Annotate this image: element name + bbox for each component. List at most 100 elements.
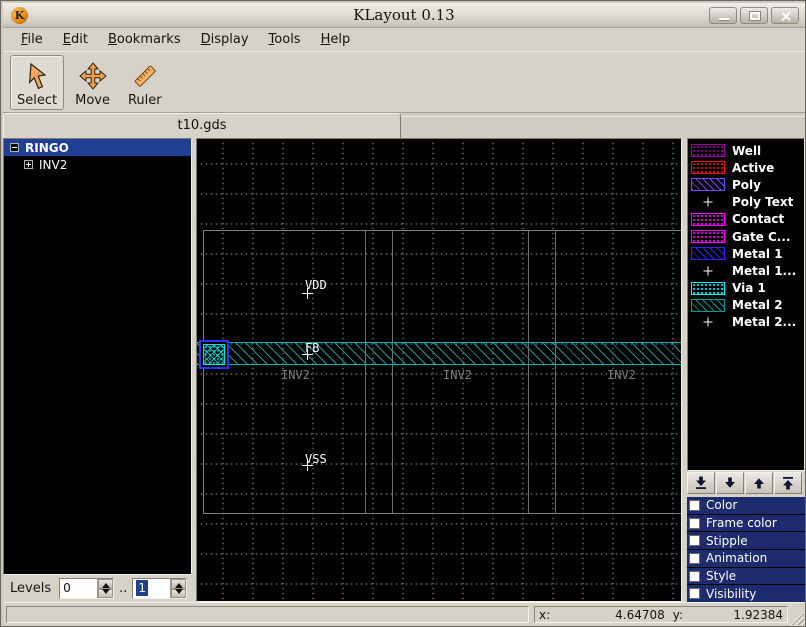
group-color[interactable]: Color (687, 497, 805, 514)
layer-swatch[interactable] (691, 212, 725, 226)
via1-pattern (203, 344, 225, 365)
layer-row-poly-text[interactable]: Poly Text (688, 194, 804, 211)
minimize-button[interactable] (709, 7, 737, 24)
layer-panel: Well Active Poly Poly Text Contact Gate … (687, 138, 805, 603)
cursor-position-box: x: 4.64708 y: 1.92384 (534, 606, 788, 623)
instance-label: INV2 (607, 368, 636, 382)
spin-down-icon[interactable] (98, 588, 114, 598)
layer-row-metal2-text[interactable]: Metal 2... (688, 314, 804, 331)
layer-row-via1[interactable]: Via 1 (688, 280, 804, 297)
x-coordinate: 4.64708 (615, 607, 665, 622)
ruler-tool-button[interactable]: Ruler (121, 55, 169, 110)
layer-swatch[interactable] (691, 144, 725, 158)
metal2-wire-shape[interactable] (197, 342, 681, 365)
cell-name: RINGO (25, 140, 69, 155)
layer-swatch[interactable] (691, 161, 725, 175)
layer-swatch[interactable] (691, 298, 725, 312)
menu-tools[interactable]: Tools (261, 30, 309, 49)
levels-label: Levels (10, 581, 52, 596)
select-tool-label: Select (17, 92, 58, 108)
arrow-up-bar-icon (783, 477, 793, 490)
move-down-button[interactable] (716, 472, 744, 494)
layer-row-metal2[interactable]: Metal 2 (688, 297, 804, 314)
layer-swatch[interactable] (691, 195, 725, 209)
layer-row-active[interactable]: Active (688, 159, 804, 176)
layer-swatch[interactable] (691, 178, 725, 192)
expand-icon[interactable] (24, 160, 33, 169)
cell-tree-panel: RINGO INV2 (3, 138, 192, 575)
layer-order-toolbar (687, 471, 805, 496)
tree-row-inv2[interactable]: INV2 (4, 156, 191, 173)
menu-bar: File Edit Bookmarks Display Tools Help (3, 28, 805, 51)
instance-boundary (555, 230, 556, 514)
layout-canvas[interactable]: VDD FB VSS INV2 INV2 INV2 (196, 138, 682, 602)
menu-edit[interactable]: Edit (55, 30, 96, 49)
swatch-square-icon (689, 552, 700, 564)
move-up-button[interactable] (745, 472, 773, 494)
spin-up-icon[interactable] (171, 579, 187, 589)
layer-swatch[interactable] (691, 315, 725, 329)
maximize-button[interactable] (740, 7, 768, 24)
collapse-icon[interactable] (10, 143, 19, 152)
tree-row-ringo[interactable]: RINGO (4, 139, 191, 156)
klayout-window: K KLayout 0.13 File Edit Bookmarks Displ… (0, 0, 806, 627)
selected-via-shape[interactable] (199, 340, 229, 369)
swatch-square-icon (689, 570, 700, 582)
layer-swatch[interactable] (691, 230, 725, 244)
instance-boundary (392, 230, 393, 514)
group-frame-color[interactable]: Frame color (687, 514, 805, 532)
group-stipple[interactable]: Stipple (687, 532, 805, 550)
tab-t10-gds[interactable]: t10.gds (3, 113, 401, 138)
close-button[interactable] (771, 7, 799, 24)
y-coordinate: 1.92384 (733, 607, 783, 622)
spin-down-icon[interactable] (171, 588, 187, 598)
status-bar: x: 4.64708 y: 1.92384 (3, 602, 805, 626)
layer-row-contact[interactable]: Contact (688, 211, 804, 228)
plus-pattern-icon (703, 197, 713, 207)
pin-marker-cross-icon (302, 460, 313, 471)
level-from-spinbox[interactable]: 0 (59, 578, 115, 599)
layer-row-well[interactable]: Well (688, 142, 804, 159)
move-arrows-icon (78, 60, 107, 92)
select-tool-button[interactable]: Select (10, 54, 65, 110)
menu-file[interactable]: File (13, 30, 51, 49)
levels-row: Levels 0 .. 1 (3, 575, 192, 602)
resize-grip[interactable] (790, 611, 804, 625)
cell-name: INV2 (39, 157, 68, 172)
plus-pattern-icon (703, 266, 713, 276)
layer-row-metal1-text[interactable]: Metal 1... (688, 262, 804, 279)
layer-swatch[interactable] (691, 281, 725, 295)
move-tool-button[interactable]: Move (68, 55, 117, 110)
arrow-up-icon (754, 478, 764, 489)
layer-row-poly[interactable]: Poly (688, 176, 804, 193)
level-to-value[interactable]: 1 (133, 579, 170, 598)
layer-swatch[interactable] (691, 247, 725, 261)
spin-up-icon[interactable] (98, 579, 114, 589)
move-to-bottom-button[interactable] (687, 472, 715, 494)
instance-boundary (528, 230, 529, 514)
level-to-spinbox[interactable]: 1 (132, 578, 188, 599)
swatch-square-icon (689, 517, 700, 529)
instance-boundary (365, 230, 366, 514)
menu-bookmarks[interactable]: Bookmarks (100, 30, 189, 49)
group-animation[interactable]: Animation (687, 550, 805, 567)
level-from-value[interactable]: 0 (60, 579, 97, 598)
layer-row-gate-cut[interactable]: Gate C... (688, 228, 804, 245)
group-visibility[interactable]: Visibility (687, 585, 805, 603)
maximize-icon (750, 12, 760, 20)
layer-row-metal1[interactable]: Metal 1 (688, 245, 804, 262)
minimize-icon (719, 18, 729, 20)
swatch-square-icon (689, 535, 700, 547)
y-label: y: (672, 607, 684, 622)
title-bar: K KLayout 0.13 (3, 3, 805, 28)
menu-display[interactable]: Display (193, 30, 257, 49)
levels-separator: .. (119, 581, 128, 596)
layer-swatch[interactable] (691, 264, 725, 278)
arrow-down-bar-icon (696, 476, 706, 489)
window-controls (709, 7, 799, 24)
cursor-arrow-icon (23, 60, 51, 92)
move-to-top-button[interactable] (774, 472, 802, 494)
menu-help[interactable]: Help (313, 30, 359, 49)
swatch-square-icon (689, 499, 700, 511)
group-style[interactable]: Style (687, 567, 805, 585)
